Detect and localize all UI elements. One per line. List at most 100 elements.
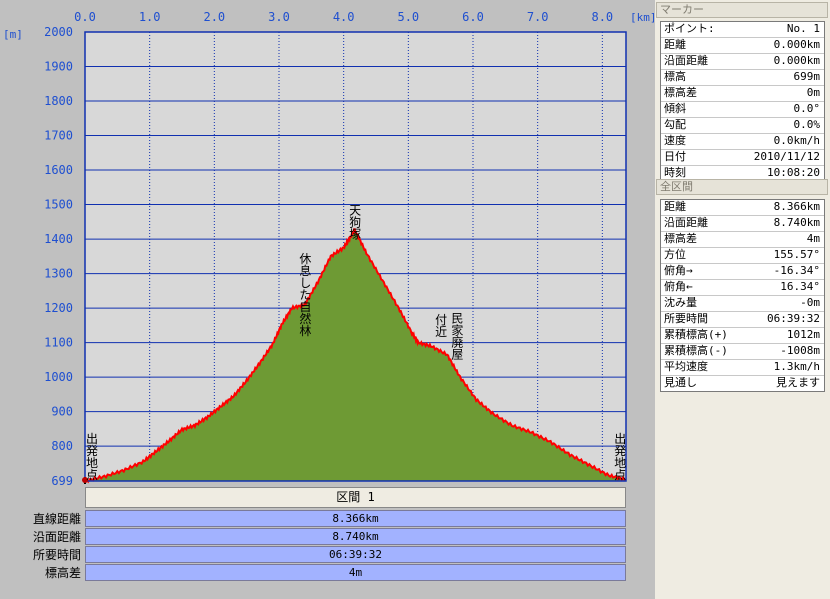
y-tick-label: 699	[51, 474, 73, 487]
info-sidebar: マーカー ポイント: No. 1 距離 0.000km 沿面距離 0.000km 標高 699…	[655, 0, 830, 599]
chart-annotation: 出発地点	[84, 432, 98, 480]
info-row-value: 0.0°	[793, 102, 821, 115]
info-row: 距離 8.366km	[661, 200, 824, 216]
stat-value-straight-distance: 8.366km	[85, 510, 626, 527]
x-tick-label: 1.0	[139, 10, 161, 24]
info-row-label: 距離	[664, 38, 686, 51]
info-row-value: 4m	[806, 232, 820, 245]
y-tick-label: 1900	[44, 60, 73, 74]
info-row: 方位 155.57°	[661, 248, 824, 264]
info-row-value: 見えます	[776, 376, 820, 389]
info-row-label: 累積標高(-)	[664, 344, 728, 357]
y-tick-label: 1300	[44, 267, 73, 281]
info-row-label: 速度	[664, 134, 686, 147]
x-tick-label: 5.0	[397, 10, 419, 24]
info-row-value: 1012m	[786, 328, 820, 341]
info-row-value: 16.34°	[780, 280, 820, 293]
x-tick-label: 8.0	[591, 10, 613, 24]
info-row: 標高差 0m	[661, 86, 824, 102]
info-row-label: 日付	[664, 150, 686, 163]
x-tick-label: 7.0	[527, 10, 549, 24]
info-row: 沿面距離 0.000km	[661, 54, 824, 70]
info-row-value: -0m	[800, 296, 820, 309]
y-tick-label: 1100	[44, 336, 73, 350]
info-row-value: 0.000km	[773, 54, 820, 67]
info-row: 所要時間 06:39:32	[661, 312, 824, 328]
info-row: 沿面距離 8.740km	[661, 216, 824, 232]
stat-label-straight-distance: 直線距離	[32, 512, 81, 526]
stat-value-elapsed-time: 06:39:32	[85, 546, 626, 563]
info-row-value: 1.3km/h	[773, 360, 820, 373]
info-row: 累積標高(-) -1008m	[661, 344, 824, 360]
info-row-value: 155.57°	[773, 248, 820, 261]
chart-annotation: 天狗塚	[348, 204, 362, 240]
info-row-label: 時刻	[664, 166, 686, 179]
x-tick-label: 4.0	[333, 10, 355, 24]
y-tick-label: 1500	[44, 198, 73, 212]
info-row-value: 2010/11/12	[753, 150, 820, 163]
stat-label-elevation-diff: 標高差	[44, 566, 81, 580]
info-row-value: 8.740km	[773, 216, 820, 229]
info-row-label: 方位	[664, 248, 686, 261]
info-row: ポイント: No. 1	[661, 22, 824, 38]
info-row-label: 勾配	[664, 118, 686, 131]
y-tick-label: 1200	[44, 301, 73, 315]
y-unit-label: [m]	[3, 28, 23, 41]
info-row-value: 0.0%	[793, 118, 821, 131]
info-row: 標高差 4m	[661, 232, 824, 248]
x-tick-label: 6.0	[462, 10, 484, 24]
info-row-label: 標高差	[664, 232, 697, 245]
info-row-label: 累積標高(+)	[664, 328, 728, 341]
info-row-label: 所要時間	[664, 312, 708, 325]
info-row: 傾斜 0.0°	[661, 102, 824, 118]
info-row: 日付 2010/11/12	[661, 150, 824, 166]
info-row-value: 0m	[806, 86, 820, 99]
y-tick-label: 800	[51, 439, 73, 453]
info-row-label: 沿面距離	[664, 216, 708, 229]
y-tick-label: 2000	[44, 25, 73, 39]
info-row-value: -1008m	[780, 344, 820, 357]
section-header[interactable]: 区間 1	[85, 487, 626, 508]
total-panel-title[interactable]: 全区間	[656, 179, 828, 195]
total-panel: 距離 8.366km 沿面距離 8.740km 標高差 4m 方位 155.57° 俯角→ -16…	[660, 199, 825, 392]
info-row-label: 距離	[664, 200, 686, 213]
profile-area: 2000 1900 1800 1700 1600 1500 1400 1300 1200 1100…	[0, 0, 655, 599]
info-row-value: 10:08:20	[767, 166, 820, 179]
info-row: 見通し 見えます	[661, 376, 824, 391]
info-row-value: 699m	[793, 70, 821, 83]
info-row-value: 0.000km	[773, 38, 820, 51]
info-row-value: 0.0km/h	[773, 134, 820, 147]
info-row-label: 傾斜	[664, 102, 686, 115]
info-row-value: 8.366km	[773, 200, 820, 213]
y-tick-label: 1700	[44, 129, 73, 143]
info-row-label: 俯角←	[664, 280, 693, 293]
info-row: 標高 699m	[661, 70, 824, 86]
stat-label-elapsed-time: 所要時間	[32, 548, 81, 562]
info-row: 勾配 0.0%	[661, 118, 824, 134]
info-row: 俯角← 16.34°	[661, 280, 824, 296]
info-row-value: 06:39:32	[767, 312, 820, 325]
y-tick-label: 1800	[44, 94, 73, 108]
info-row: 俯角→ -16.34°	[661, 264, 824, 280]
info-row-label: ポイント:	[664, 22, 715, 35]
info-row-label: 沈み量	[664, 296, 697, 309]
info-row-label: 標高	[664, 70, 686, 83]
info-row: 速度 0.0km/h	[661, 134, 824, 150]
y-tick-label: 1000	[44, 370, 73, 384]
elevation-profile-chart[interactable]: 2000 1900 1800 1700 1600 1500 1400 1300 1200 1100…	[0, 0, 655, 487]
x-tick-label: 0.0	[74, 10, 96, 24]
y-tick-label: 1600	[44, 163, 73, 177]
x-tick-label: 2.0	[203, 10, 225, 24]
info-row-label: 俯角→	[664, 264, 693, 277]
info-row-value: -16.34°	[773, 264, 820, 277]
stat-value-elevation-diff: 4m	[85, 564, 626, 581]
info-row: 平均速度 1.3km/h	[661, 360, 824, 376]
info-row: 距離 0.000km	[661, 38, 824, 54]
stat-value-surface-distance: 8.740km	[85, 528, 626, 545]
x-unit-label: [km]	[630, 11, 655, 24]
info-row-label: 沿面距離	[664, 54, 708, 67]
stat-label-surface-distance: 沿面距離	[32, 530, 81, 544]
x-tick-label: 3.0	[268, 10, 290, 24]
info-row: 累積標高(+) 1012m	[661, 328, 824, 344]
marker-panel-title[interactable]: マーカー	[656, 2, 828, 18]
